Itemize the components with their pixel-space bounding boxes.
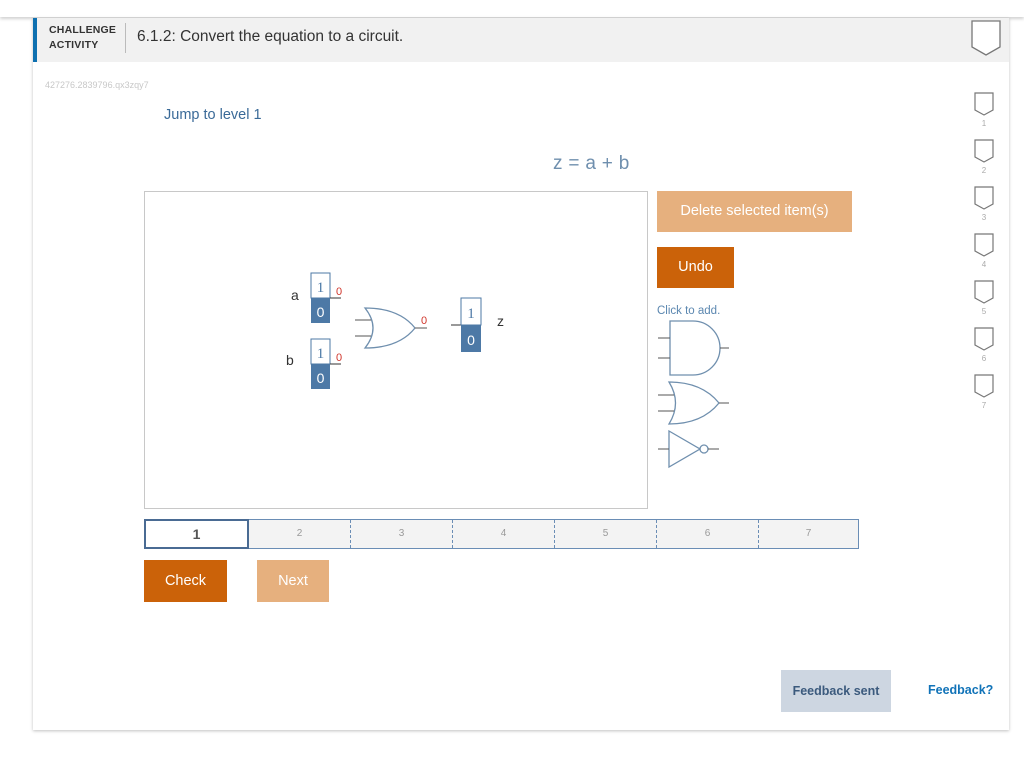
undo-button[interactable]: Undo [657,247,734,288]
activity-header: CHALLENGE ACTIVITY 6.1.2: Convert the eq… [33,18,1009,62]
level-5[interactable]: 5 [554,520,656,548]
level-badge-7[interactable]: 7 [971,374,997,418]
badge-icon [974,280,994,304]
input-b-value: 0 [336,352,342,364]
challenge-activity-card: CHALLENGE ACTIVITY 6.1.2: Convert the eq… [33,18,1009,730]
level-badge-3[interactable]: 3 [971,186,997,230]
completion-badge-icon [971,20,1001,56]
input-a-bottom-label: 0 [317,304,325,320]
badge-icon [974,186,994,210]
activity-kind: CHALLENGE ACTIVITY [49,23,116,53]
level-badge-6[interactable]: 6 [971,327,997,371]
output-z-label: z [497,313,504,329]
add-and-gate-icon[interactable] [657,320,731,381]
level-progress-bar: 1 2 3 4 5 6 7 [144,519,859,549]
output-z-top-label: 1 [467,306,475,322]
delete-selected-button[interactable]: Delete selected item(s) [657,191,852,232]
level-badge-number: 6 [981,354,987,363]
feedback-sent-button: Feedback sent [781,670,891,712]
input-b-label: b [286,352,294,368]
next-button[interactable]: Next [257,560,329,602]
activity-title: 6.1.2: Convert the equation to a circuit… [137,28,404,45]
badge-icon [974,233,994,257]
add-or-gate-icon[interactable] [657,381,731,432]
badge-icon [974,327,994,351]
activity-kind-line2: ACTIVITY [49,39,99,51]
badge-icon [974,374,994,398]
circuit-canvas[interactable]: a 1 0 0 b 1 0 0 0 1 0 z [144,191,648,509]
output-z: 1 0 z [451,297,504,352]
level-badge-1[interactable]: 1 [971,92,997,136]
input-b[interactable]: b 1 0 0 [286,338,342,389]
input-a-value: 0 [336,286,342,298]
level-6[interactable]: 6 [656,520,758,548]
header-divider [125,23,126,53]
level-badge-4[interactable]: 4 [971,233,997,277]
input-a-label: a [291,287,299,303]
feedback-link[interactable]: Feedback? [928,683,993,697]
activity-id: 427276.2839796.qx3zqy7 [45,80,149,90]
or-gate-output-value: 0 [421,315,427,327]
level-badge-number: 1 [981,119,987,128]
level-badge-2[interactable]: 2 [971,139,997,183]
level-2[interactable]: 2 [249,520,350,548]
jump-to-level-link[interactable]: Jump to level 1 [164,107,262,123]
level-7[interactable]: 7 [758,520,858,548]
input-a-top-label: 1 [317,280,325,296]
activity-kind-line1: CHALLENGE [49,24,117,36]
equation: z = a + b [553,153,630,174]
level-badge-number: 5 [981,307,987,316]
badge-icon [974,139,994,163]
level-badge-number: 4 [981,260,987,269]
output-z-bottom-label: 0 [467,332,475,348]
level-badge-5[interactable]: 5 [971,280,997,324]
add-not-gate-icon[interactable] [657,429,723,475]
level-1[interactable]: 1 [144,519,249,549]
level-badge-number: 2 [981,166,987,175]
check-button[interactable]: Check [144,560,227,602]
top-bar [0,0,1024,17]
or-gate-icon[interactable] [355,307,427,349]
level-badge-number: 3 [981,213,987,222]
input-b-top-label: 1 [317,346,325,362]
level-3[interactable]: 3 [350,520,452,548]
input-b-bottom-label: 0 [317,370,325,386]
level-4[interactable]: 4 [452,520,554,548]
palette-hint: Click to add. [657,305,721,317]
level-badge-number: 7 [981,401,987,410]
input-a[interactable]: a 1 0 0 [291,272,342,323]
badge-icon [974,92,994,116]
